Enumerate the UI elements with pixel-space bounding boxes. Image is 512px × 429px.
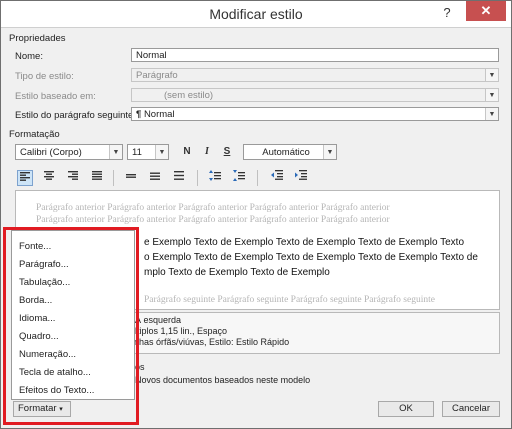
quick-style-option-fragment: os — [135, 362, 145, 372]
name-label: Nome: — [15, 51, 43, 62]
align-right-button[interactable] — [65, 170, 81, 186]
style-description: , À esquerda últiplos 1,15 lin., Espaço … — [123, 312, 500, 354]
next-style-value: Normal — [143, 109, 175, 120]
toolbar-divider — [197, 170, 198, 186]
font-size-select[interactable]: 11 ▼ — [127, 144, 169, 160]
align-center-icon — [44, 171, 54, 180]
style-type-select: Parágrafo ▼ — [131, 68, 499, 82]
increase-spacing-icon — [209, 170, 221, 181]
title-bar: Modificar estilo ? ✕ — [1, 1, 511, 28]
chevron-down-icon: ▾ — [59, 406, 63, 413]
preview-previous-paragraph-1: Parágrafo anterior Parágrafo anterior Pa… — [36, 203, 390, 213]
help-icon[interactable]: ? — [439, 5, 455, 21]
font-size-value: 11 — [132, 147, 142, 158]
justify-button[interactable] — [89, 170, 105, 186]
next-style-select[interactable]: ¶ Normal ▼ — [131, 107, 499, 121]
menu-item-shortcut-key[interactable]: Tecla de atalho... — [19, 367, 91, 378]
menu-item-font[interactable]: Fonte... — [19, 241, 51, 252]
font-color-select[interactable]: Automático ▼ — [243, 144, 337, 160]
single-spacing-icon — [126, 174, 136, 178]
preview-sample-line-2: o Exemplo Texto de Exemplo Texto de Exem… — [144, 252, 478, 263]
chevron-down-icon: ▼ — [485, 89, 498, 101]
chevron-down-icon: ▼ — [485, 69, 498, 81]
chevron-down-icon: ▼ — [155, 145, 168, 159]
based-on-label: Estilo baseado em: — [15, 91, 96, 102]
bold-button[interactable]: N — [179, 144, 195, 160]
ok-button[interactable]: OK — [378, 401, 434, 417]
pilcrow-icon: ¶ — [136, 109, 142, 120]
justify-icon — [92, 171, 102, 180]
increase-spacing-button[interactable] — [207, 170, 223, 186]
modify-style-dialog: Modificar estilo ? ✕ Propriedades Nome: … — [0, 0, 512, 429]
decrease-indent-icon — [271, 170, 283, 180]
preview-previous-paragraph-2: Parágrafo anterior Parágrafo anterior Pa… — [36, 215, 390, 225]
style-type-label: Tipo de estilo: — [15, 71, 74, 82]
decrease-indent-button[interactable] — [269, 170, 285, 186]
description-line-3: linhas órfãs/viúvas, Estilo: Estilo Rápi… — [130, 337, 290, 347]
one-half-spacing-button[interactable] — [147, 170, 163, 186]
menu-item-numbering[interactable]: Numeração... — [19, 349, 76, 360]
double-spacing-button[interactable] — [171, 170, 187, 186]
decrease-spacing-icon — [233, 170, 245, 181]
single-spacing-button[interactable] — [123, 170, 139, 186]
formatting-section-label: Formatação — [9, 129, 60, 140]
properties-section-label: Propriedades — [9, 33, 66, 44]
menu-item-border[interactable]: Borda... — [19, 295, 52, 306]
font-color-value: Automático — [262, 147, 310, 158]
italic-button[interactable]: I — [199, 144, 215, 160]
description-line-1: , À esquerda — [130, 315, 182, 325]
align-left-icon — [20, 172, 30, 181]
toolbar-divider — [257, 170, 258, 186]
chevron-down-icon: ▼ — [109, 145, 122, 159]
based-on-value: (sem estilo) — [164, 90, 214, 101]
next-style-label: Estilo do parágrafo seguinte: — [15, 110, 136, 121]
format-menu: Fonte... Parágrafo... Tabulação... Borda… — [11, 230, 135, 400]
format-button[interactable]: Formatar ▾ — [13, 401, 71, 417]
menu-item-frame[interactable]: Quadro... — [19, 331, 59, 342]
align-left-button[interactable] — [17, 170, 33, 186]
double-spacing-icon — [174, 171, 184, 180]
style-type-value: Parágrafo — [136, 70, 178, 81]
font-select[interactable]: Calibri (Corpo) ▼ — [15, 144, 123, 160]
description-line-2: últiplos 1,15 lin., Espaço — [130, 326, 228, 336]
menu-item-paragraph[interactable]: Parágrafo... — [19, 259, 69, 270]
preview-sample-line-1: e Exemplo Texto de Exemplo Texto de Exem… — [144, 237, 464, 248]
preview-sample-line-3: mplo Texto de Exemplo Texto de Exemplo — [144, 267, 330, 278]
cancel-button[interactable]: Cancelar — [442, 401, 500, 417]
menu-item-tabs[interactable]: Tabulação... — [19, 277, 70, 288]
decrease-spacing-button[interactable] — [231, 170, 247, 186]
increase-indent-button[interactable] — [293, 170, 309, 186]
new-docs-label: Novos documentos baseados neste modelo — [135, 375, 311, 385]
chevron-down-icon: ▼ — [485, 108, 498, 120]
menu-item-text-effects[interactable]: Efeitos do Texto... — [19, 385, 94, 396]
format-button-label: Formatar — [18, 403, 57, 414]
name-input[interactable]: Normal — [131, 48, 499, 62]
chevron-down-icon: ▼ — [323, 145, 336, 159]
dialog-title: Modificar estilo — [209, 6, 303, 22]
align-right-icon — [68, 171, 78, 180]
one-half-spacing-icon — [150, 172, 160, 180]
increase-indent-icon — [295, 170, 307, 180]
underline-button[interactable]: S — [219, 144, 235, 160]
toolbar-divider — [113, 170, 114, 186]
align-center-button[interactable] — [41, 170, 57, 186]
font-value: Calibri (Corpo) — [20, 147, 82, 158]
preview-next-paragraph: Parágrafo seguinte Parágrafo seguinte Pa… — [144, 295, 435, 305]
menu-item-language[interactable]: Idioma... — [19, 313, 55, 324]
close-button[interactable]: ✕ — [466, 1, 506, 21]
based-on-select: (sem estilo) ▼ — [131, 88, 499, 102]
